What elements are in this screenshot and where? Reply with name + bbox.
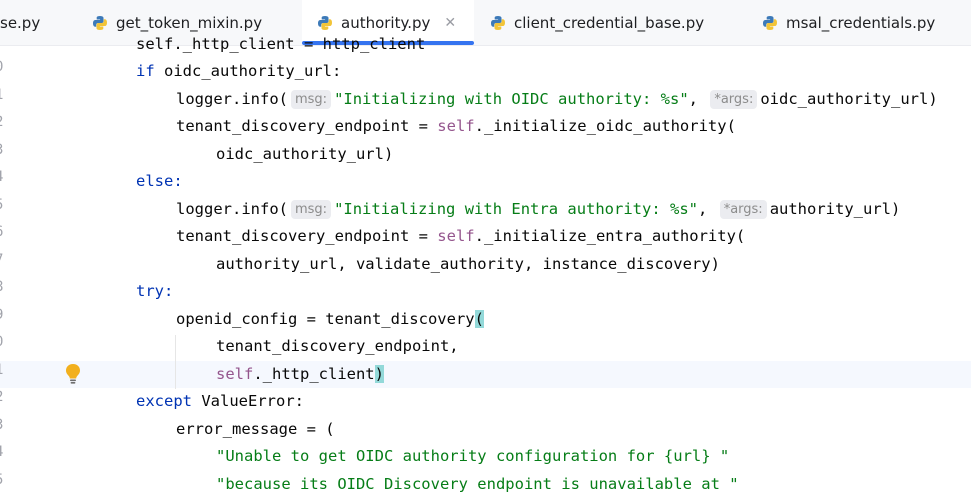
keyword: else: [136,172,183,190]
code-line: logger.info(msg: "Initializing with OIDC … [176,86,938,113]
keyword: try: [136,282,174,300]
tab-label: client_credential_base.py [514,13,705,32]
code-text: , [698,200,717,218]
parameter-hint: msg: [290,90,332,109]
code-line: self._http_client) [216,361,384,388]
code-text: authority_url, validate_authority, insta… [216,255,720,273]
parameter-hint: msg: [290,200,332,219]
code-text: ._http_client [253,365,375,383]
python-file-icon [93,15,107,30]
string-literal: "Initializing with OIDC authority: %s" [334,90,689,108]
code-line: oidc_authority_url) [216,141,393,168]
code-line: error_message = ( [176,416,335,443]
code-text: ._initialize_oidc_authority( [474,117,736,135]
string-literal: "Unable to get OIDC authority configurat… [216,447,730,465]
code-line: tenant_discovery_endpoint, [216,333,459,360]
code-text: tenant_discovery_endpoint = [176,117,438,135]
line-number: 3 [0,417,7,433]
keyword: if [136,62,155,80]
code-text: oidc_authority_url) [216,145,394,163]
code-text: authority_url) [769,200,901,218]
line-number: 7 [0,252,7,268]
self-keyword: self [216,365,254,383]
code-text: ValueError: [192,392,304,410]
current-line-highlight [0,361,971,388]
tab-client-credential-base[interactable]: client_credential_base.py [490,0,704,45]
code-line: authority_url, validate_authority, insta… [216,251,720,278]
code-line: else: [136,168,183,195]
indent-guide [175,335,176,389]
matched-brace: ) [374,365,384,383]
code-line: openid_config = tenant_discovery( [176,306,484,333]
code-line: tenant_discovery_endpoint = self._initia… [176,113,736,140]
code-text: self._http_client = http_client [136,35,426,53]
lightbulb-icon[interactable] [64,363,82,385]
tab-label: se.py [0,13,41,32]
code-text: tenant_discovery_endpoint, [216,337,459,355]
line-number: 8 [0,279,7,295]
line-number: 4 [0,444,7,460]
self-keyword: self [437,227,475,245]
code-line: "because its OIDC Discovery endpoint is … [216,471,739,498]
string-literal: "Initializing with Entra authority: %s" [334,200,699,218]
code-line: except ValueError: [136,388,304,415]
line-number: 6 [0,224,7,240]
code-text: error_message = ( [176,420,335,438]
string-literal: "because its OIDC Discovery endpoint is … [216,475,739,493]
tab-se-py[interactable]: se.py [0,0,52,45]
line-number: 3 [0,142,7,158]
code-editor[interactable]: 0 1 2 3 4 5 6 7 8 9 0 1 2 3 4 5 self._ht… [0,35,971,498]
tab-label: msal_credentials.py [786,13,936,32]
code-text: oidc_authority_url) [760,90,938,108]
line-number: 9 [0,307,7,323]
line-number: 4 [0,169,7,185]
code-line: if oidc_authority_url: [136,58,341,85]
line-number: 5 [0,472,7,488]
line-number: 2 [0,389,7,405]
line-number: 1 [0,362,7,378]
tab-label: get_token_mixin.py [116,13,263,32]
code-text: openid_config = tenant_discovery [176,310,475,328]
python-file-icon [491,15,505,30]
keyword: except [136,392,192,410]
code-text: oidc_authority_url: [154,62,342,80]
python-file-icon [763,15,777,30]
line-number: 1 [0,87,7,103]
code-text: logger.info( [176,90,288,108]
line-number: 2 [0,114,7,130]
python-file-icon [318,15,332,30]
code-text: tenant_discovery_endpoint = [176,227,438,245]
close-tab-icon[interactable]: ✕ [444,15,456,31]
code-text: ._initialize_entra_authority( [474,227,746,245]
line-number: 0 [0,59,7,75]
matched-brace: ( [474,310,484,328]
code-line: self._http_client = http_client [136,31,425,58]
self-keyword: self [437,117,475,135]
line-number: 0 [0,334,7,350]
code-line: try: [136,278,173,305]
tab-msal-credentials[interactable]: msal_credentials.py [762,0,935,45]
code-text: logger.info( [176,200,288,218]
line-number: 5 [0,197,7,213]
code-line: tenant_discovery_endpoint = self._initia… [176,223,745,250]
code-text: , [688,90,708,108]
tab-label: authority.py [341,13,431,32]
code-line: "Unable to get OIDC authority configurat… [216,443,729,470]
parameter-hint: *args: [719,200,767,219]
code-line: logger.info(msg: "Initializing with Entra… [176,196,900,223]
parameter-hint: *args: [710,90,758,109]
